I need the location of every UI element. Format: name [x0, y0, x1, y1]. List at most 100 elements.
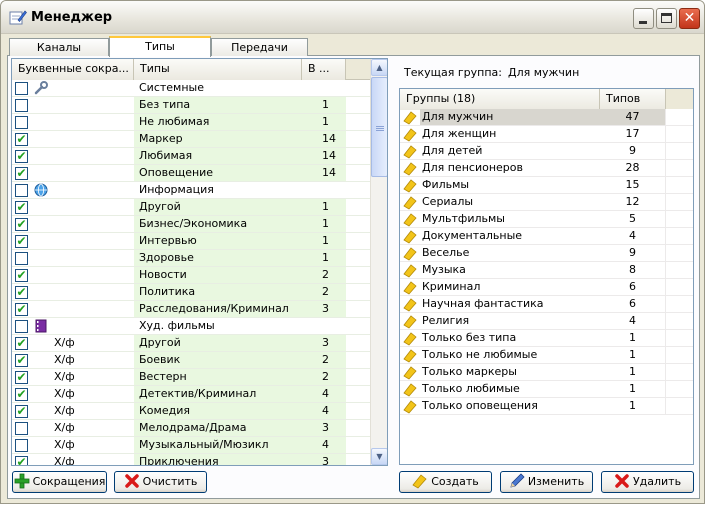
- clear-button[interactable]: Очистить: [114, 471, 207, 493]
- abbreviation-cell: [52, 284, 134, 300]
- list-item[interactable]: Только любимые 1: [400, 381, 693, 398]
- minimize-button[interactable]: [633, 8, 654, 29]
- folder-icon: [403, 128, 417, 142]
- tab-types[interactable]: Типы: [109, 36, 211, 57]
- table-row[interactable]: ✔ Новости 2: [12, 267, 370, 284]
- table-row[interactable]: ✔ Оповещение 14: [12, 165, 370, 182]
- list-item[interactable]: Для детей 9: [400, 143, 693, 160]
- maximize-button[interactable]: [656, 8, 677, 29]
- row-checkbox[interactable]: ✔: [15, 269, 28, 282]
- table-row[interactable]: Х/ф Мелодрама/Драма 3: [12, 420, 370, 437]
- row-checkbox[interactable]: ✔: [15, 167, 28, 180]
- row-checkbox[interactable]: ✔: [15, 150, 28, 163]
- column-header-count[interactable]: В ...: [302, 59, 346, 80]
- list-item[interactable]: Для пенсионеров 28: [400, 160, 693, 177]
- table-row[interactable]: Информация: [12, 182, 370, 199]
- folder-icon: [403, 213, 417, 227]
- row-checkbox[interactable]: ✔: [15, 337, 28, 350]
- row-checkbox[interactable]: [15, 116, 28, 129]
- delete-button[interactable]: Удалить: [601, 471, 694, 493]
- row-checkbox[interactable]: ✔: [15, 388, 28, 401]
- table-row[interactable]: Без типа 1: [12, 97, 370, 114]
- list-item[interactable]: Веселье 9: [400, 245, 693, 262]
- title-bar[interactable]: Менеджер ✕: [1, 1, 704, 34]
- list-item[interactable]: Только не любимые 1: [400, 347, 693, 364]
- list-item[interactable]: Научная фантастика 6: [400, 296, 693, 313]
- list-item[interactable]: Для мужчин 47: [400, 109, 693, 126]
- column-header-groups[interactable]: Группы (18): [400, 89, 600, 110]
- row-checkbox[interactable]: [15, 99, 28, 112]
- row-checkbox[interactable]: ✔: [15, 133, 28, 146]
- table-row[interactable]: Не любимая 1: [12, 114, 370, 131]
- table-row[interactable]: Худ. фильмы: [12, 318, 370, 335]
- tab-programs[interactable]: Передачи: [211, 38, 308, 56]
- row-checkbox[interactable]: [15, 439, 28, 452]
- table-row[interactable]: ✔ Маркер 14: [12, 131, 370, 148]
- table-row[interactable]: ✔ Х/ф Другой 3: [12, 335, 370, 352]
- table-row[interactable]: ✔ Интервью 1: [12, 233, 370, 250]
- create-button[interactable]: Создать: [399, 471, 492, 493]
- edit-button[interactable]: Изменить: [500, 471, 593, 493]
- table-row[interactable]: ✔ Х/ф Приключения 3: [12, 454, 370, 466]
- column-header-types-count[interactable]: Типов: [600, 89, 666, 110]
- group-count-cell: 12: [600, 194, 666, 210]
- row-checkbox[interactable]: ✔: [15, 201, 28, 214]
- close-icon: ✕: [683, 10, 696, 26]
- list-item[interactable]: Криминал 6: [400, 279, 693, 296]
- table-row[interactable]: ✔ Х/ф Детектив/Криминал 4: [12, 386, 370, 403]
- row-checkbox[interactable]: ✔: [15, 235, 28, 248]
- scroll-up-button[interactable]: ▲: [371, 59, 387, 76]
- row-checkbox[interactable]: [15, 422, 28, 435]
- tab-channels[interactable]: Каналы: [9, 38, 109, 56]
- abbreviations-button[interactable]: Сокращения: [12, 471, 107, 493]
- folder-icon: [403, 196, 417, 210]
- table-row[interactable]: ✔ Х/ф Вестерн 2: [12, 369, 370, 386]
- table-row[interactable]: ✔ Х/ф Комедия 4: [12, 403, 370, 420]
- table-row[interactable]: Системные: [12, 80, 370, 97]
- list-item[interactable]: Документальные 4: [400, 228, 693, 245]
- table-row[interactable]: Здоровье 1: [12, 250, 370, 267]
- table-row[interactable]: Х/ф Музыкальный/Мюзикл 4: [12, 437, 370, 454]
- row-checkbox[interactable]: ✔: [15, 218, 28, 231]
- table-row[interactable]: ✔ Политика 2: [12, 284, 370, 301]
- row-checkbox[interactable]: ✔: [15, 303, 28, 316]
- list-item[interactable]: Мультфильмы 5: [400, 211, 693, 228]
- column-header-abbreviations[interactable]: Буквенные сокра...: [12, 59, 134, 80]
- column-header-types[interactable]: Типы: [134, 59, 302, 80]
- row-checkbox[interactable]: ✔: [15, 371, 28, 384]
- row-checkbox[interactable]: [15, 184, 28, 197]
- types-table[interactable]: Буквенные сокра... Типы В ... Системные Б…: [11, 58, 388, 466]
- types-table-scrollbar[interactable]: ▲ ▼: [370, 59, 387, 465]
- abbreviation-cell: [52, 182, 134, 198]
- scroll-thumb[interactable]: [371, 77, 387, 177]
- row-checkbox[interactable]: [15, 252, 28, 265]
- row-checkbox[interactable]: ✔: [15, 456, 28, 465]
- row-checkbox[interactable]: ✔: [15, 286, 28, 299]
- row-checkbox[interactable]: [15, 320, 28, 333]
- list-item[interactable]: Только оповещения 1: [400, 398, 693, 415]
- row-checkbox[interactable]: ✔: [15, 405, 28, 418]
- list-item[interactable]: Для женщин 17: [400, 126, 693, 143]
- table-row[interactable]: ✔ Любимая 14: [12, 148, 370, 165]
- abbreviation-cell: [52, 318, 134, 334]
- list-item[interactable]: Фильмы 15: [400, 177, 693, 194]
- row-checkbox[interactable]: ✔: [15, 354, 28, 367]
- scroll-down-button[interactable]: ▼: [371, 448, 387, 465]
- list-item[interactable]: Музыка 8: [400, 262, 693, 279]
- table-row[interactable]: ✔ Х/ф Боевик 2: [12, 352, 370, 369]
- row-checkbox[interactable]: [15, 82, 28, 95]
- table-row[interactable]: ✔ Другой 1: [12, 199, 370, 216]
- abbreviation-cell: Х/ф: [54, 455, 75, 466]
- groups-table[interactable]: Группы (18) Типов Для мужчин 47 Для женщин…: [399, 88, 694, 465]
- table-row[interactable]: ✔ Расследования/Криминал 3: [12, 301, 370, 318]
- table-row[interactable]: ✔ Бизнес/Экономика 1: [12, 216, 370, 233]
- list-item[interactable]: Религия 4: [400, 313, 693, 330]
- type-cell: Информация: [139, 183, 214, 196]
- close-button[interactable]: ✕: [679, 8, 700, 29]
- list-item[interactable]: Только маркеры 1: [400, 364, 693, 381]
- group-count-cell: 4: [600, 228, 666, 244]
- list-item[interactable]: Сериалы 12: [400, 194, 693, 211]
- list-item[interactable]: Только без типа 1: [400, 330, 693, 347]
- current-group-value: Для мужчин: [507, 66, 580, 79]
- type-cell: Без типа: [134, 97, 302, 113]
